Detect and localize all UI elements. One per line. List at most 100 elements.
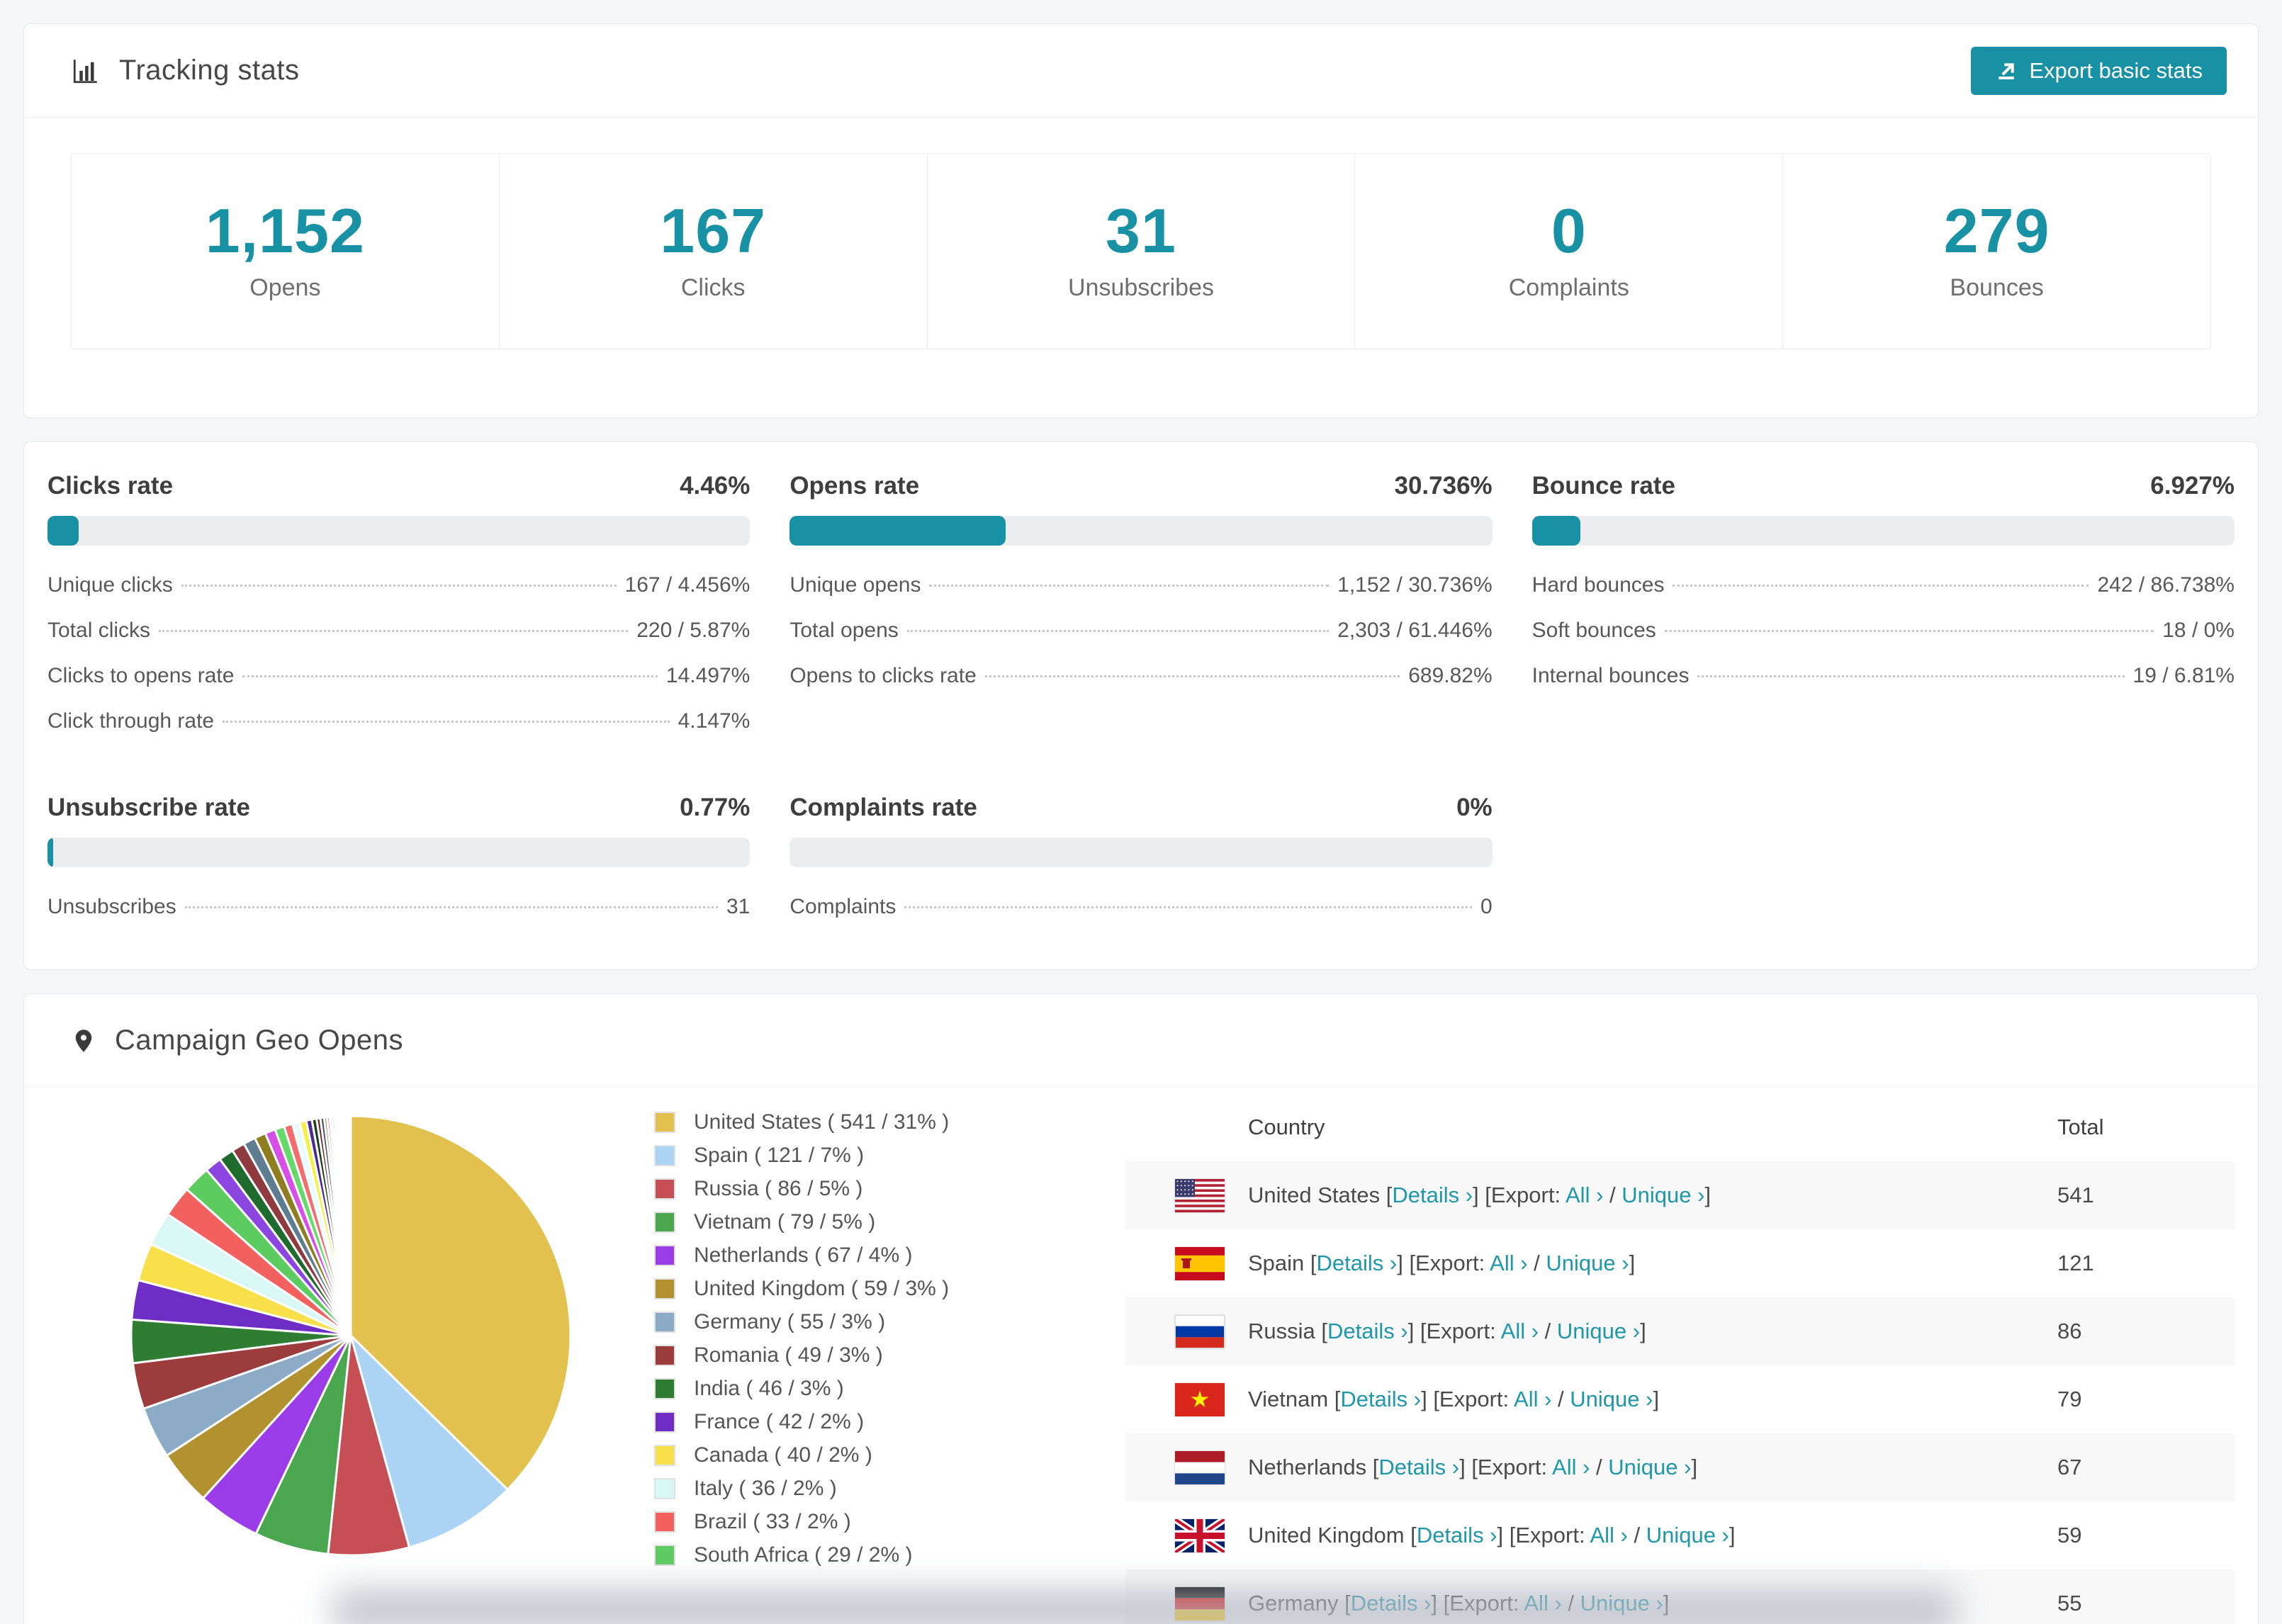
rate-progress-bar	[1531, 516, 2235, 546]
geo-total-cell: 541	[2057, 1183, 2094, 1207]
rate-detail-value: 31	[726, 895, 751, 918]
export-all-link-de[interactable]: All ›	[1524, 1591, 1561, 1615]
dotted-leader	[184, 906, 718, 908]
summary-stat-value: 0	[1551, 196, 1587, 266]
rate-detail-value: 4.147%	[678, 709, 751, 733]
export-all-link-vn[interactable]: All ›	[1514, 1387, 1551, 1411]
geo-total-cell: 59	[2057, 1523, 2082, 1547]
rate-detail-label: Complaints	[789, 895, 896, 918]
rate-detail-label: Unique opens	[789, 573, 921, 597]
dotted-leader	[181, 585, 617, 587]
rate-progress-bar	[789, 838, 1493, 867]
export-all-link-us[interactable]: All ›	[1566, 1183, 1603, 1207]
details-link-us[interactable]: Details ›	[1392, 1183, 1473, 1207]
rate-detail-value: 2,303 / 61.446%	[1337, 619, 1493, 642]
rate-detail-row: Total clicks 220 / 5.87%	[47, 608, 750, 653]
details-link-es[interactable]: Details ›	[1317, 1251, 1398, 1275]
details-link-nl[interactable]: Details ›	[1378, 1455, 1459, 1479]
summary-stat-clicks: 167 Clicks	[500, 154, 928, 349]
details-link-de[interactable]: Details ›	[1351, 1591, 1432, 1615]
legend-swatch	[654, 1511, 675, 1533]
dotted-leader	[1673, 585, 2089, 587]
export-unique-link-gb[interactable]: Unique ›	[1646, 1523, 1729, 1547]
rate-detail-value: 167 / 4.456%	[624, 573, 751, 597]
export-unique-link-ru[interactable]: Unique ›	[1557, 1319, 1640, 1343]
dashboard-page: Tracking stats Export basic stats 1,152 O…	[0, 0, 2282, 1624]
page-title: Tracking stats	[119, 55, 300, 86]
rate-block-bounce-rate: Bounce rate 6.927% Hard bounces 242 / 86.73…	[1531, 472, 2235, 744]
export-basic-stats-button[interactable]: Export basic stats	[1971, 46, 2227, 95]
export-unique-link-vn[interactable]: Unique ›	[1570, 1387, 1653, 1411]
export-all-link-gb[interactable]: All ›	[1590, 1523, 1627, 1547]
rate-detail-label: Unique clicks	[47, 573, 173, 597]
summary-stat-label: Unsubscribes	[1068, 274, 1214, 301]
legend-swatch	[654, 1245, 675, 1266]
rate-progress-fill	[47, 838, 53, 867]
geo-opens-title: Campaign Geo Opens	[115, 1025, 404, 1056]
rate-detail-value: 18 / 0%	[2162, 619, 2235, 642]
legend-item: Canada ( 40 / 2% )	[654, 1443, 1111, 1467]
rate-detail-label: Opens to clicks rate	[789, 664, 977, 687]
rate-detail-row: Complaints 0	[789, 884, 1492, 930]
export-unique-link-de[interactable]: Unique ›	[1580, 1591, 1663, 1615]
rate-head: Complaints rate 0%	[789, 794, 1492, 822]
rate-detail-value: 220 / 5.87%	[636, 619, 751, 642]
legend-item: Romania ( 49 / 3% )	[654, 1343, 1111, 1368]
rate-block-unsubscribe-rate: Unsubscribe rate 0.77% Unsubscribes 31	[47, 794, 751, 930]
summary-stat-label: Bounces	[1950, 274, 2044, 301]
rate-detail-row: Clicks to opens rate 14.497%	[47, 653, 750, 699]
geo-country-cell: Russia [Details ›] [Export: All › / Uniq…	[1248, 1319, 1646, 1343]
geo-country-cell: Spain [Details ›] [Export: All › / Uniqu…	[1248, 1251, 1636, 1275]
geo-table-row-us: United States [Details ›] [Export: All ›…	[1125, 1161, 2235, 1229]
geo-country-cell: Germany [Details ›] [Export: All › / Uni…	[1248, 1591, 1670, 1615]
rate-title: Complaints rate	[789, 794, 977, 821]
geo-table-header-country: Country	[1248, 1115, 1325, 1139]
rate-detail-value: 19 / 6.81%	[2132, 664, 2235, 687]
export-unique-link-nl[interactable]: Unique ›	[1608, 1455, 1691, 1479]
details-link-gb[interactable]: Details ›	[1417, 1523, 1497, 1547]
summary-stat-value: 31	[1106, 196, 1176, 266]
geo-opens-card: Campaign Geo Opens United States ( 541 /…	[23, 993, 2259, 1624]
rate-head: Unsubscribe rate 0.77%	[47, 794, 750, 822]
export-all-link-es[interactable]: All ›	[1490, 1251, 1527, 1275]
legend-swatch	[654, 1178, 675, 1200]
rate-detail-list: Unique clicks 167 / 4.456% Total clicks 220…	[47, 563, 750, 744]
export-all-link-ru[interactable]: All ›	[1501, 1319, 1539, 1343]
summary-stat-complaints: 0 Complaints	[1355, 154, 1784, 349]
geo-country-cell: United States [Details ›] [Export: All ›…	[1248, 1183, 1712, 1207]
rate-value: 0%	[1456, 794, 1493, 821]
export-unique-link-us[interactable]: Unique ›	[1621, 1183, 1704, 1207]
legend-label: United Kingdom ( 59 / 3% )	[694, 1277, 950, 1300]
dotted-leader	[904, 906, 1472, 908]
rate-detail-row: Hard bounces 242 / 86.738%	[1532, 563, 2235, 608]
geo-table-row-nl: Netherlands [Details ›] [Export: All › /…	[1125, 1433, 2235, 1501]
rate-detail-value: 242 / 86.738%	[2097, 573, 2235, 597]
legend-swatch	[654, 1478, 675, 1499]
details-link-ru[interactable]: Details ›	[1327, 1319, 1408, 1343]
geo-table-header: Country Total	[1125, 1093, 2235, 1161]
summary-stat-opens: 1,152 Opens	[72, 154, 500, 349]
geo-table-row-es: Spain [Details ›] [Export: All › / Uniqu…	[1125, 1229, 2235, 1297]
rate-value: 0.77%	[680, 794, 751, 821]
flag-vn-icon	[1175, 1382, 1225, 1416]
legend-swatch	[654, 1145, 675, 1166]
rates-grid: Clicks rate 4.46% Unique clicks 167 / 4.456…	[24, 442, 2258, 969]
geo-pie-chart	[47, 1093, 654, 1560]
legend-label: South Africa ( 29 / 2% )	[694, 1543, 913, 1567]
details-link-vn[interactable]: Details ›	[1340, 1387, 1421, 1411]
legend-item: Vietnam ( 79 / 5% )	[654, 1210, 1111, 1234]
legend-label: France ( 42 / 2% )	[694, 1410, 865, 1433]
geo-opens-header: Campaign Geo Opens	[24, 994, 2258, 1088]
rate-detail-label: Total clicks	[47, 619, 151, 642]
legend-label: Italy ( 36 / 2% )	[694, 1477, 837, 1500]
legend-label: Canada ( 40 / 2% )	[694, 1443, 872, 1467]
rate-detail-label: Clicks to opens rate	[47, 664, 235, 687]
legend-swatch	[654, 1312, 675, 1333]
rate-head: Bounce rate 6.927%	[1532, 472, 2235, 500]
rate-value: 4.46%	[680, 472, 751, 500]
export-unique-link-es[interactable]: Unique ›	[1546, 1251, 1629, 1275]
legend-item: Germany ( 55 / 3% )	[654, 1310, 1111, 1334]
rate-detail-value: 689.82%	[1408, 664, 1493, 687]
rate-value: 30.736%	[1394, 472, 1493, 500]
export-all-link-nl[interactable]: All ›	[1552, 1455, 1590, 1479]
